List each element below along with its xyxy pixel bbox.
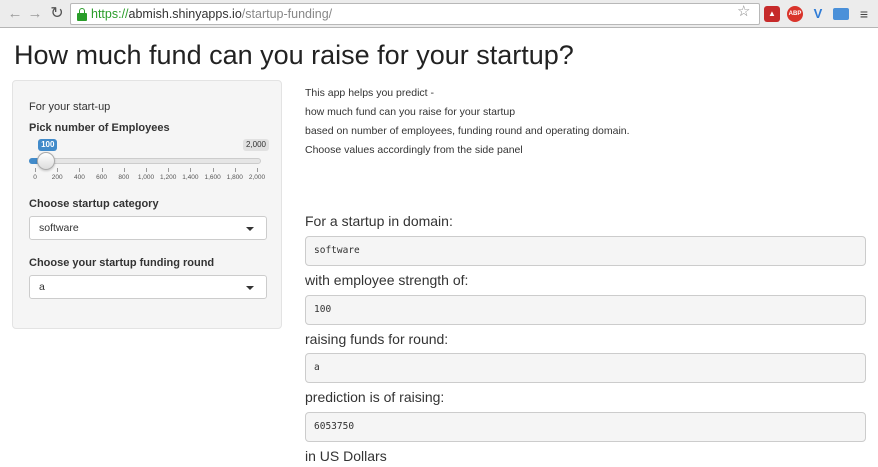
employees-output-value: 100 [314,304,332,315]
slider-tick [35,168,36,172]
prediction-output-label: prediction is of raising: [305,389,445,405]
slider-ticks [29,168,261,173]
slider-tick [212,168,214,172]
slider-tick-label: 400 [73,174,85,181]
caret-down-icon [246,286,254,290]
slider-tick [79,168,81,172]
sidebar-panel: For your start-up Pick number of Employe… [12,80,282,329]
slider-tick-label: 600 [96,174,108,181]
slider-tick-label: 1,600 [204,174,221,181]
domain-output: software [305,236,866,266]
page-title: How much fund can you raise for your sta… [14,40,574,70]
back-arrow-icon[interactable]: ← [6,5,24,23]
lock-icon [77,8,87,21]
bookmark-star-icon[interactable]: ☆ [737,4,750,20]
slider-tick [101,168,103,172]
slider-tick-label: 200 [51,174,63,181]
description-line-2: how much fund can you raise for your sta… [305,106,516,118]
prediction-output-value: 6053750 [314,421,355,432]
round-output-label: raising funds for round: [305,331,449,347]
slider-tick-label: 2,000 [248,174,266,181]
category-select-value: software [39,222,79,234]
category-select[interactable]: software [29,216,267,240]
folder-icon[interactable] [833,8,849,20]
employees-label: Pick number of Employees [29,122,170,134]
caret-down-icon [246,227,254,231]
slider-tick [146,168,147,172]
reload-icon[interactable]: ↻ [48,5,66,23]
description-line-4: Choose values accordingly from the side … [305,144,523,156]
forward-arrow-icon[interactable]: → [26,5,44,23]
round-select[interactable]: a [29,275,267,299]
slider-tick-label: 0 [33,174,37,181]
slider-tick-label: 1,400 [182,174,199,181]
prediction-output: 6053750 [305,412,866,442]
slider-tick-label: 1,800 [226,174,243,181]
slider-tick [168,168,170,172]
slider-track[interactable] [29,158,261,164]
slider-max-label: 2,000 [242,139,269,151]
domain-output-label: For a startup in domain: [305,213,453,229]
employees-slider[interactable]: 2,000 100 0 200 400 600 800 1,000 1,200 1,400 1,… [29,139,269,189]
category-label: Choose startup category [29,198,159,210]
slider-tick-label: 1,200 [160,174,177,181]
url-host: abmish.shinyapps.io [128,7,242,21]
address-bar[interactable]: https://abmish.shinyapps.io/startup-fund… [70,3,760,25]
slider-tick-label: 800 [118,174,130,181]
round-output: a [305,353,866,383]
slider-tick [234,168,236,172]
slider-tick [57,168,59,172]
url-path: /startup-funding/ [241,7,333,21]
slider-tick-label: 1,000 [137,174,155,181]
slider-tick [190,168,192,172]
url-scheme: https:// [91,7,129,21]
menu-icon[interactable]: ≡ [856,6,872,22]
slider-tick [257,168,258,172]
employees-output: 100 [305,295,866,325]
url-text: https://abmish.shinyapps.io/startup-fund… [91,7,332,21]
ext-red-icon[interactable]: ▲ [764,6,780,22]
description-line-1: This app helps you predict - [305,87,434,99]
currency-label: in US Dollars [305,448,387,464]
description-line-3: based on number of employees, funding ro… [305,125,630,137]
round-label: Choose your startup funding round [29,257,215,269]
abp-icon[interactable]: ABP [787,6,803,22]
round-output-value: a [314,362,320,373]
sidebar-intro: For your start-up [29,101,111,113]
round-select-value: a [39,281,45,293]
slider-tick [123,168,125,172]
employees-output-label: with employee strength of: [305,272,469,288]
vimium-icon[interactable]: V [810,6,826,22]
slider-value-label: 100 [38,139,58,151]
domain-output-value: software [314,245,360,256]
browser-toolbar: ← → ↻ https://abmish.shinyapps.io/startu… [0,0,878,28]
